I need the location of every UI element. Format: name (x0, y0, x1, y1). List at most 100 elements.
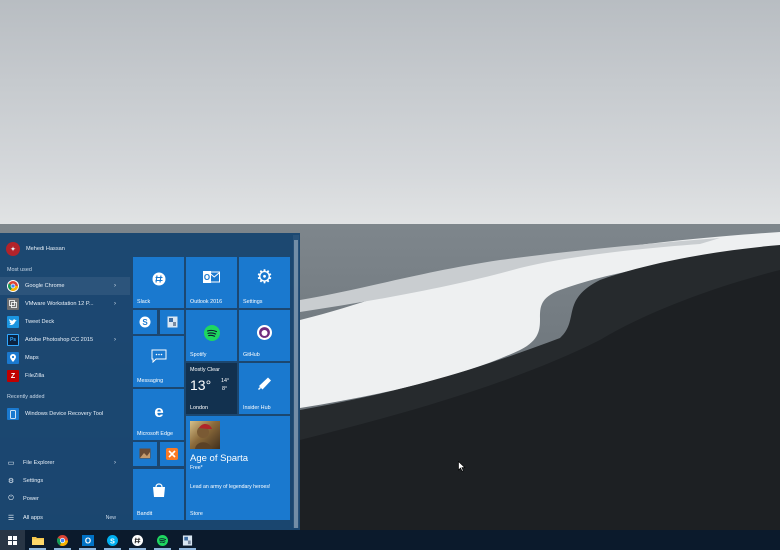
game-title: Age of Sparta (190, 453, 249, 464)
svg-text:O: O (204, 273, 210, 282)
chevron-right-icon[interactable]: › (114, 460, 116, 466)
start-scroll-thumb[interactable] (294, 240, 298, 528)
tile-spotify[interactable]: Spotify (186, 310, 237, 361)
skype-icon: S (133, 316, 157, 328)
recently-added-header: Recently added (7, 394, 45, 400)
user-name: Mehedi Hassan (26, 246, 65, 252)
taskbar-file-explorer[interactable] (25, 530, 50, 550)
messaging-icon (133, 349, 184, 363)
most-used-item-filezilla[interactable]: Z FileZilla (0, 367, 130, 385)
most-used-item-chrome[interactable]: Google Chrome › (0, 277, 130, 295)
megaphone-icon (239, 376, 290, 391)
tile-label: London (190, 405, 208, 411)
tile-insider-hub[interactable]: Insider Hub (239, 363, 290, 414)
chevron-right-icon[interactable]: › (114, 301, 116, 307)
recovery-tool-icon (7, 408, 19, 420)
spotify-icon (186, 325, 237, 341)
slack-icon (132, 534, 143, 546)
settings-item[interactable]: ⚙ Settings (0, 472, 130, 490)
tile-messaging[interactable]: Messaging (133, 336, 184, 387)
tile-label: GitHub (243, 352, 260, 358)
spotify-icon (157, 534, 168, 546)
tile-slack[interactable]: Slack (133, 257, 184, 308)
chevron-right-icon[interactable]: › (114, 283, 116, 289)
app-icon (182, 534, 193, 546)
svg-text:S: S (110, 536, 115, 545)
outlook-icon: O (186, 270, 237, 284)
most-used-label: Google Chrome (25, 283, 65, 289)
taskbar-spotify[interactable] (150, 530, 175, 550)
slack-icon (133, 272, 184, 286)
most-used-item-maps[interactable]: Maps (0, 349, 130, 367)
svg-text:e: e (154, 403, 163, 419)
file-explorer-item[interactable]: ▭ File Explorer › (0, 454, 130, 472)
tile-label: Outlook 2016 (190, 299, 223, 305)
tile-label: Bandit (137, 511, 153, 517)
app-icon (160, 316, 184, 328)
folder-icon (31, 536, 44, 545)
outlook-icon: O (81, 534, 94, 546)
power-label: Power (23, 496, 39, 502)
game-tagline: Lead an army of legendary heroes! (190, 484, 271, 490)
taskbar-slack[interactable] (125, 530, 150, 550)
recently-added-label: Windows Device Recovery Tool (25, 411, 104, 417)
taskbar-outlook[interactable]: O (75, 530, 100, 550)
game-price: Free* (190, 465, 203, 471)
tile-small-photos[interactable] (133, 442, 157, 466)
tile-label: Settings (243, 299, 263, 305)
most-used-label: VMware Workstation 12 P... (25, 301, 94, 307)
taskbar: O S (0, 530, 780, 550)
tile-small-xampp[interactable] (160, 442, 184, 466)
weather-low: 8° (222, 386, 228, 392)
tile-label: Spotify (190, 352, 207, 358)
tile-settings[interactable]: ⚙ Settings (239, 257, 290, 308)
most-used-label: FileZilla (25, 373, 45, 379)
most-used-header: Most used (7, 267, 32, 273)
start-left-column: ✦ Mehedi Hassan Most used Google Chrome … (0, 233, 130, 530)
weather-condition: Mostly Clear (190, 367, 220, 373)
tile-edge[interactable]: e Microsoft Edge (133, 389, 184, 440)
game-artwork (190, 421, 220, 449)
edge-icon: e (133, 403, 184, 419)
tile-label: Slack (137, 299, 151, 305)
tile-age-of-sparta[interactable]: Age of Sparta Free* Lead an army of lege… (186, 416, 290, 520)
most-used-label: Adobe Photoshop CC 2015 (25, 337, 94, 343)
power-item[interactable]: ⏻ Power (0, 490, 130, 508)
taskbar-chrome[interactable] (50, 530, 75, 550)
photoshop-icon: Ps (7, 334, 19, 346)
power-icon: ⏻ (8, 495, 14, 502)
all-apps-item[interactable]: ☰ All apps New (0, 509, 130, 527)
bandit-icon (133, 481, 184, 499)
tile-outlook[interactable]: O Outlook 2016 (186, 257, 237, 308)
filezilla-icon: Z (7, 370, 19, 382)
github-icon (239, 325, 290, 340)
chevron-right-icon[interactable]: › (114, 337, 116, 343)
new-badge: New (105, 515, 116, 521)
taskbar-app[interactable] (175, 530, 200, 550)
vmware-icon (7, 298, 19, 310)
all-apps-label: All apps (23, 515, 43, 521)
most-used-item-vmware[interactable]: VMware Workstation 12 P... › (0, 295, 130, 313)
most-used-label: Maps (25, 355, 39, 361)
user-account[interactable]: ✦ Mehedi Hassan (0, 240, 130, 258)
svg-text:S: S (142, 318, 148, 327)
recently-added-item[interactable]: Windows Device Recovery Tool (0, 405, 130, 423)
most-used-label: Tweet Deck (25, 319, 55, 325)
chrome-icon (57, 534, 68, 546)
most-used-item-photoshop[interactable]: Ps Adobe Photoshop CC 2015 › (0, 331, 130, 349)
xampp-icon (160, 448, 184, 460)
tile-skype[interactable]: S (133, 310, 157, 334)
gear-icon: ⚙ (255, 267, 274, 288)
gear-icon: ⚙ (7, 478, 15, 485)
start-button[interactable] (0, 530, 25, 550)
settings-label: Settings (23, 478, 44, 484)
tile-label: Store (190, 511, 203, 517)
tile-bandit[interactable]: Bandit (133, 469, 184, 520)
tile-weather[interactable]: Mostly Clear 13° 14° 8° London (186, 363, 237, 414)
most-used-item-tweetdeck[interactable]: Tweet Deck (0, 313, 130, 331)
taskbar-skype[interactable]: S (100, 530, 125, 550)
tile-small-app[interactable] (160, 310, 184, 334)
tile-github[interactable]: GitHub (239, 310, 290, 361)
skype-icon: S (107, 534, 118, 546)
list-icon: ☰ (7, 515, 15, 522)
